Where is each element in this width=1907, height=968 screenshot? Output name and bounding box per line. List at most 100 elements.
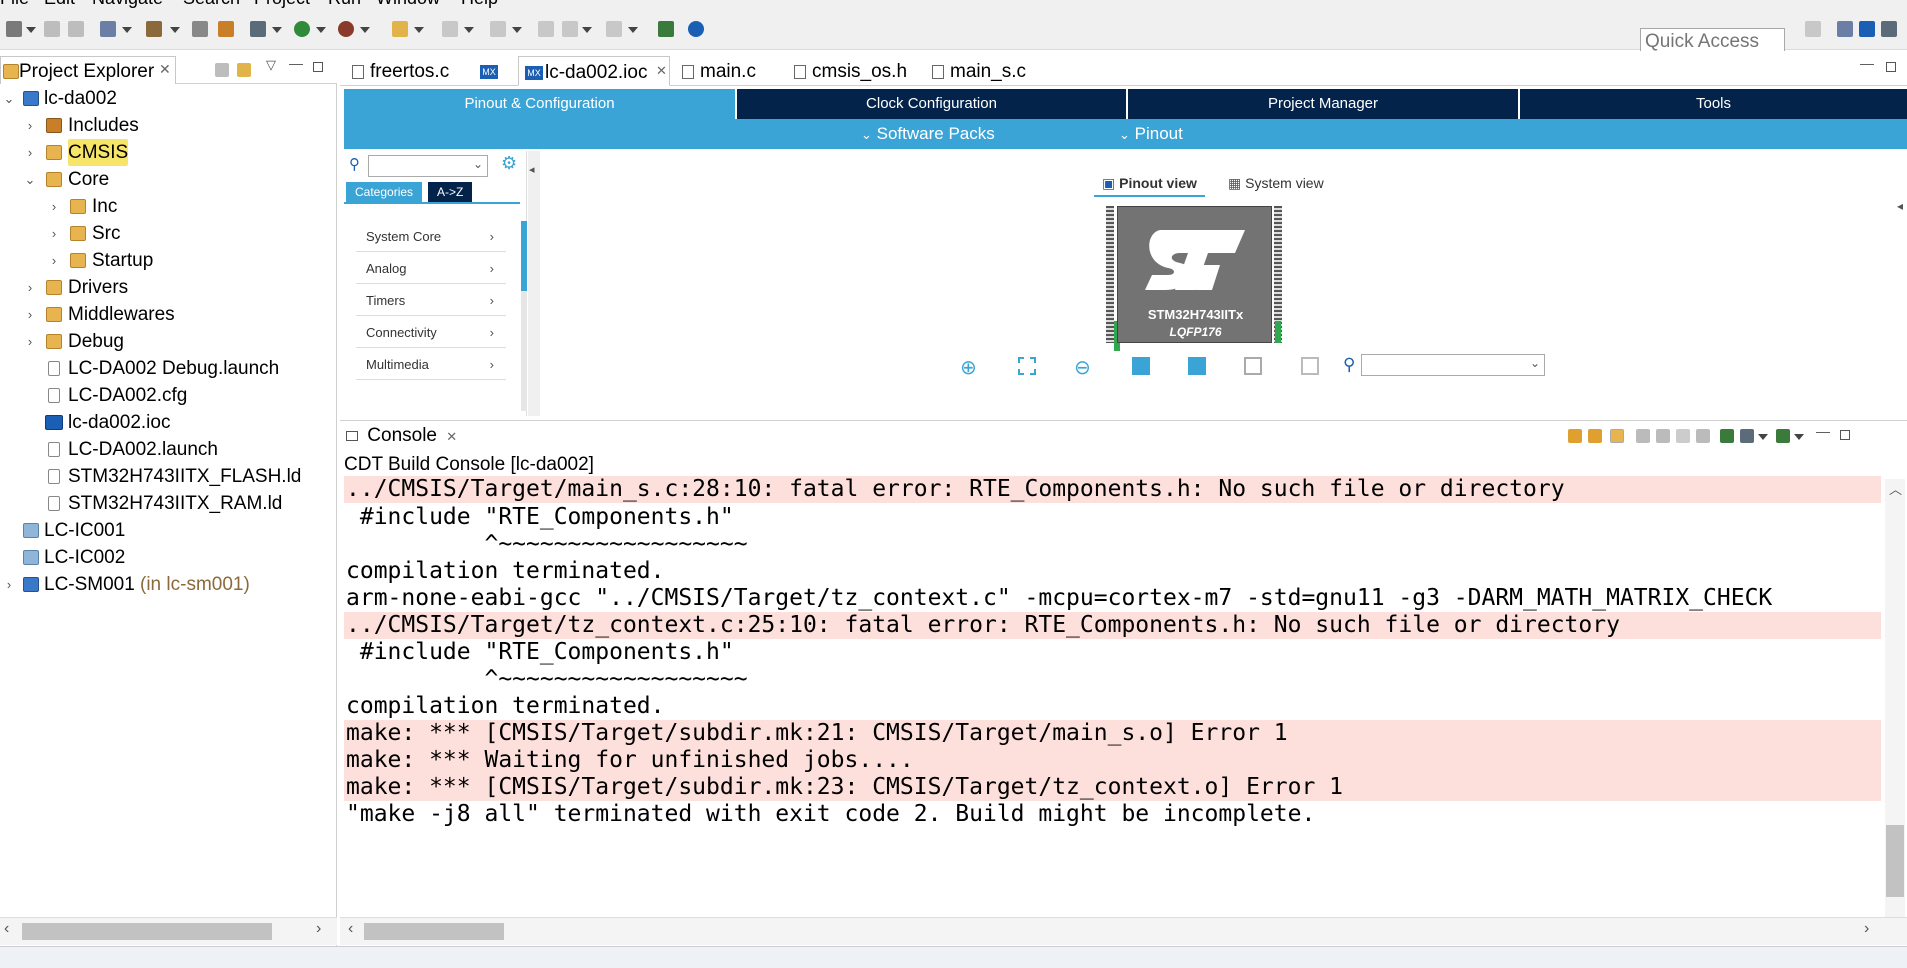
open-perspective-icon[interactable] [1805,21,1821,37]
console-horizontal-scrollbar[interactable]: ‹ › [340,917,1907,945]
minimize-icon[interactable]: — [1860,55,1874,71]
rotate-left-icon[interactable] [1188,357,1206,375]
chevron-right-icon[interactable]: › [47,193,61,220]
scroll-left-icon[interactable]: ‹ [348,920,353,938]
category-connectivity[interactable]: Connectivity › [356,318,506,348]
zoom-out-icon[interactable]: ⊖ [1074,355,1091,380]
tab-pinout-configuration[interactable]: Pinout & Configuration [344,89,735,119]
mx-perspective-icon[interactable] [1859,21,1875,37]
menu-navigate[interactable]: Navigate [92,0,163,8]
menu-edit[interactable]: Edit [44,0,75,8]
open-perspective-icon[interactable] [658,21,674,37]
chip[interactable]: STM32H743IITx LQFP176 [1117,206,1272,343]
expand-panel-icon[interactable]: ◂ [1897,199,1903,213]
display-console-icon[interactable] [1740,429,1754,443]
tab-project-explorer[interactable]: Project Explorer ✕ [0,56,176,84]
debug-config-icon[interactable] [250,21,266,37]
tab-clock-configuration[interactable]: Clock Configuration [737,89,1126,119]
debug-perspective-icon[interactable] [1881,21,1897,37]
software-packs-menu[interactable]: ⌄ Software Packs [861,119,995,149]
chevron-down-icon[interactable]: ⌄ [1530,356,1540,370]
scroll-lock-icon[interactable] [1610,429,1624,443]
close-icon[interactable]: ✕ [159,61,171,78]
run-icon[interactable] [294,21,310,37]
scroll-up-icon[interactable]: ︿ [1889,479,1902,498]
category-timers[interactable]: Timers › [356,286,506,316]
chevron-right-icon[interactable]: › [47,220,61,247]
console-output[interactable]: ../CMSIS/Target/main_s.c:28:10: fatal er… [344,476,1881,912]
menu-window[interactable]: Window [376,0,440,8]
close-icon[interactable]: ✕ [656,63,667,79]
tab-main-s-c[interactable]: main_s.c [924,56,1044,86]
chevron-right-icon[interactable]: › [23,301,37,328]
pinout-view-button[interactable]: ▣ Pinout view [1094,175,1205,197]
open-console-icon[interactable] [1776,429,1790,443]
category-analog[interactable]: Analog › [356,254,506,284]
c-perspective-icon[interactable] [1837,21,1853,37]
chevron-right-icon[interactable]: › [2,571,16,598]
scrollbar-thumb[interactable] [1886,825,1904,897]
rotate-right-icon[interactable] [1132,357,1150,375]
forward-icon[interactable] [606,21,622,37]
scrollbar-thumb[interactable] [22,923,272,940]
tab-a-z[interactable]: A->Z [428,182,473,202]
tab-console[interactable]: Console ✕ [346,425,457,447]
chevron-right-icon[interactable]: › [23,274,37,301]
scroll-up-icon[interactable] [1588,429,1602,443]
tab-lc-da002-ioc[interactable]: MX lc-da002.ioc ✕ [518,56,670,86]
category-search-input[interactable]: ⌄ [368,155,488,177]
chevron-down-icon[interactable] [414,27,424,33]
category-multimedia[interactable]: Multimedia › [356,350,506,380]
menu-search[interactable]: Search [183,0,240,8]
clear-console-icon[interactable] [1696,429,1710,443]
chevron-down-icon[interactable] [26,27,36,33]
chevron-down-icon[interactable] [316,27,326,33]
device-config-icon[interactable] [192,21,208,37]
gear-icon[interactable]: ⚙ [501,153,517,174]
tab-cmsis-os-h[interactable]: cmsis_os.h [786,56,916,86]
back-icon[interactable] [562,21,578,37]
last-edit-icon[interactable] [538,21,554,37]
minimize-icon[interactable]: — [289,55,303,71]
next-error-icon[interactable] [1656,429,1670,443]
pin-search-input[interactable]: ⌄ [1361,354,1545,376]
pinout-menu[interactable]: ⌄ Pinout [1119,119,1183,149]
scroll-left-icon[interactable]: ‹ [4,920,9,938]
keep-user-placement-icon[interactable] [1301,357,1319,375]
chevron-down-icon[interactable] [1794,434,1804,440]
chevron-down-icon[interactable]: ⌄ [2,85,16,112]
chevron-down-icon[interactable] [1758,434,1768,440]
chevron-right-icon[interactable]: › [23,139,37,166]
chevron-right-icon[interactable]: › [47,247,61,274]
menu-help[interactable]: Help [461,0,498,8]
maximize-icon[interactable] [313,62,323,72]
view-menu-icon[interactable]: ▽ [266,57,276,73]
zoom-in-icon[interactable]: ⊕ [960,355,977,380]
panel-splitter[interactable]: ◂ [528,151,540,416]
scroll-right-icon[interactable]: › [1864,920,1869,938]
link-editor-icon[interactable] [237,63,251,77]
menu-file[interactable]: File [0,0,29,8]
scroll-right-icon[interactable]: › [316,920,321,938]
chevron-down-icon[interactable] [464,27,474,33]
tab-tools[interactable]: Tools [1520,89,1907,119]
chevron-down-icon[interactable] [272,27,282,33]
collapse-all-icon[interactable] [215,63,229,77]
tab-categories[interactable]: Categories [346,182,423,202]
maximize-icon[interactable] [1886,62,1896,72]
maximize-icon[interactable] [1840,430,1850,440]
open-type-icon[interactable] [392,21,408,37]
build-icon[interactable] [146,21,162,37]
category-system-core[interactable]: System Core › [356,222,506,252]
tab-mx[interactable]: MX [474,56,514,86]
copy-build-log-icon[interactable] [1636,429,1650,443]
chevron-down-icon[interactable] [512,27,522,33]
chevron-right-icon[interactable]: › [23,112,37,139]
chevron-down-icon[interactable] [360,27,370,33]
scrollbar-thumb[interactable] [521,221,527,291]
menu-run[interactable]: Run [328,0,361,8]
close-icon[interactable]: ✕ [446,429,457,444]
menu-project[interactable]: Project [254,0,310,8]
chevron-down-icon[interactable] [628,27,638,33]
system-view-button[interactable]: ▦ System view [1220,175,1332,197]
